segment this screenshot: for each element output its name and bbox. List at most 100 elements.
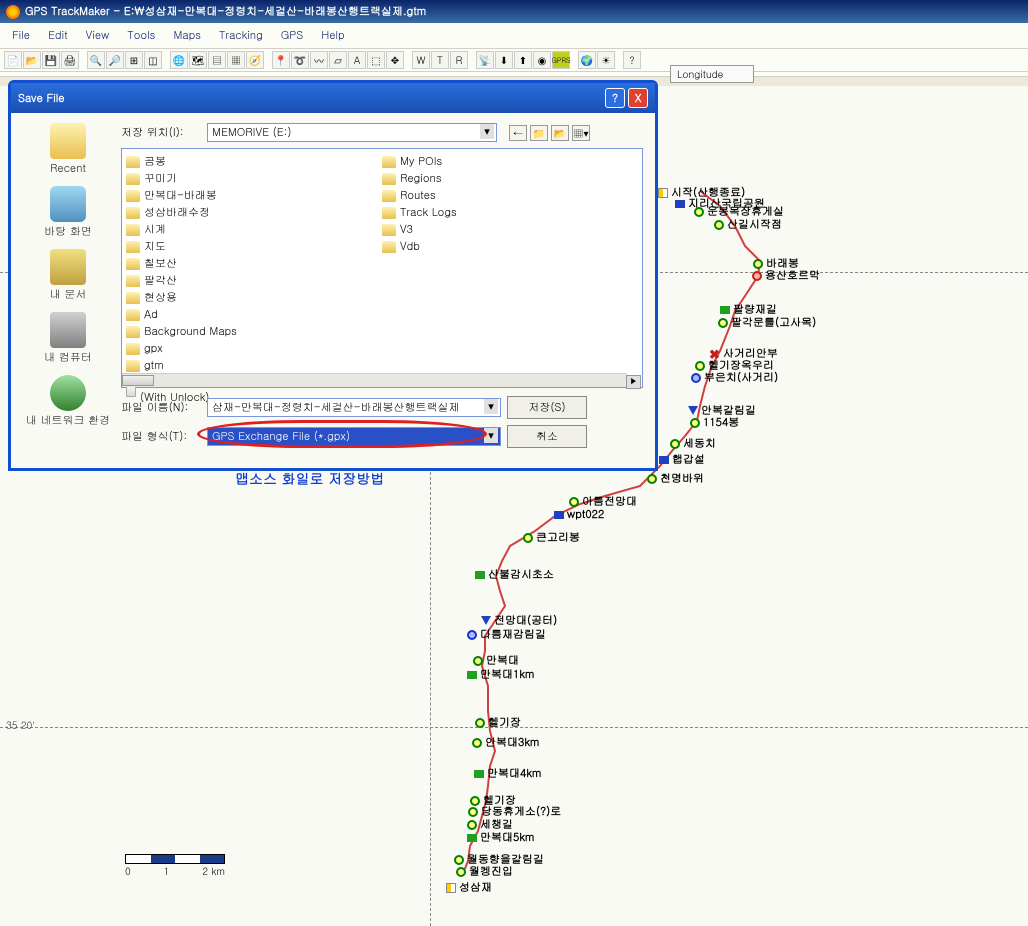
file-item[interactable]: 시계 bbox=[126, 221, 382, 238]
waypoint[interactable]: wpt022 bbox=[554, 507, 604, 522]
new-folder-icon[interactable]: 📂 bbox=[551, 125, 569, 141]
waypoint[interactable]: 성삼재 bbox=[446, 880, 492, 895]
waypoint[interactable]: 햅갑설 bbox=[659, 452, 705, 467]
waypoint[interactable]: 만복대 bbox=[473, 653, 519, 668]
waypoint[interactable]: 천명바위 bbox=[647, 471, 704, 486]
tb-save-icon[interactable]: 💾 bbox=[42, 51, 60, 69]
tb-layers-icon[interactable]: ▤ bbox=[208, 51, 226, 69]
tb-zoomwin-icon[interactable]: ◫ bbox=[144, 51, 162, 69]
file-item[interactable]: 만복대-바래봉 bbox=[126, 187, 382, 204]
waypoint[interactable]: 만복대4km bbox=[474, 766, 541, 781]
file-item[interactable]: Regions bbox=[382, 170, 638, 187]
file-item[interactable]: Ad bbox=[126, 306, 382, 323]
file-listbox[interactable]: 곰봉꾸미기만복대-바래봉성삼바래수정시계지도칠보산팔각산현상용AdBackgro… bbox=[121, 148, 643, 388]
waypoint[interactable]: 산불감시초소 bbox=[475, 567, 554, 582]
waypoint[interactable]: 월켕진입 bbox=[456, 864, 513, 879]
tb-map-icon[interactable]: 🗺 bbox=[189, 51, 207, 69]
menu-tracking[interactable]: Tracking bbox=[211, 26, 271, 45]
waypoint[interactable]: 전망대(공터) bbox=[481, 613, 557, 628]
tb-zoomout-icon[interactable]: 🔎 bbox=[106, 51, 124, 69]
menu-gps[interactable]: GPS bbox=[273, 26, 311, 45]
tb-waypoint-icon[interactable]: 📍 bbox=[272, 51, 290, 69]
filetype-combo[interactable]: GPS Exchange File (*.gpx) bbox=[207, 427, 501, 446]
tb-new-icon[interactable]: 📄 bbox=[4, 51, 22, 69]
tb-move-icon[interactable]: ✥ bbox=[386, 51, 404, 69]
tb-r-icon[interactable]: R bbox=[450, 51, 468, 69]
folder-icon bbox=[126, 173, 140, 185]
file-item[interactable]: My POIs bbox=[382, 153, 638, 170]
tb-sun-icon[interactable]: ☀ bbox=[597, 51, 615, 69]
tb-zoomfit-icon[interactable]: ⊞ bbox=[125, 51, 143, 69]
waypoint[interactable]: 1154봉 bbox=[690, 415, 739, 430]
scrollbar[interactable] bbox=[122, 373, 627, 387]
tb-w-icon[interactable]: W bbox=[412, 51, 430, 69]
places-bar: Recent 바탕 화면 내 문서 내 컴퓨터 내 네트워크 환경 bbox=[23, 123, 113, 454]
file-item[interactable]: V3 bbox=[382, 221, 638, 238]
file-item[interactable]: 꾸미기 bbox=[126, 170, 382, 187]
menu-file[interactable]: File bbox=[4, 26, 38, 45]
file-item[interactable]: Background Maps bbox=[126, 323, 382, 340]
file-item[interactable]: 성삼바래수정 bbox=[126, 204, 382, 221]
waypoint[interactable]: 다름재감림길 bbox=[467, 627, 546, 642]
tb-gprs-icon[interactable]: GPRS bbox=[552, 51, 570, 69]
file-item[interactable]: Vdb bbox=[382, 238, 638, 255]
tb-poly-icon[interactable]: ▱ bbox=[329, 51, 347, 69]
save-location-combo[interactable]: MEMORIVE (E:) bbox=[207, 123, 497, 142]
tb-print-icon[interactable]: 🖨 bbox=[61, 51, 79, 69]
network-icon bbox=[50, 375, 86, 411]
place-recent[interactable]: Recent bbox=[23, 123, 113, 176]
tb-help-icon[interactable]: ? bbox=[623, 51, 641, 69]
menu-tools[interactable]: Tools bbox=[119, 26, 163, 45]
file-item[interactable]: 칠보산 bbox=[126, 255, 382, 272]
file-item[interactable]: gtm bbox=[126, 357, 382, 374]
tb-compass-icon[interactable]: 🧭 bbox=[246, 51, 264, 69]
menu-view[interactable]: View bbox=[78, 26, 118, 45]
file-item[interactable]: 지도 bbox=[126, 238, 382, 255]
file-item[interactable]: 현상용 bbox=[126, 289, 382, 306]
back-icon[interactable]: ← bbox=[509, 125, 527, 141]
place-computer[interactable]: 내 컴퓨터 bbox=[23, 312, 113, 365]
tb-route-icon[interactable]: ➰ bbox=[291, 51, 309, 69]
tb-select-icon[interactable]: ⬚ bbox=[367, 51, 385, 69]
views-icon[interactable]: ▦▾ bbox=[572, 125, 590, 141]
file-item[interactable]: Track Logs bbox=[382, 204, 638, 221]
tb-ge-icon[interactable]: 🌍 bbox=[578, 51, 596, 69]
tb-rt-icon[interactable]: ◉ bbox=[533, 51, 551, 69]
up-folder-icon[interactable]: 📁 bbox=[530, 125, 548, 141]
help-button[interactable]: ? bbox=[605, 88, 625, 108]
waypoint[interactable]: 부은치(사거리) bbox=[691, 370, 778, 385]
place-mydocs[interactable]: 내 문서 bbox=[23, 249, 113, 302]
tb-track-icon[interactable]: 〰 bbox=[310, 51, 328, 69]
tb-upload-icon[interactable]: ⬆ bbox=[514, 51, 532, 69]
tb-t-icon[interactable]: T bbox=[431, 51, 449, 69]
tb-globe-icon[interactable]: 🌐 bbox=[170, 51, 188, 69]
file-item[interactable]: 곰봉 bbox=[126, 153, 382, 170]
menu-maps[interactable]: Maps bbox=[165, 26, 209, 45]
tb-grid-icon[interactable]: ▦ bbox=[227, 51, 245, 69]
waypoint[interactable]: 만복대1km bbox=[467, 667, 534, 682]
waypoint[interactable]: 큰고리봉 bbox=[523, 530, 580, 545]
file-item[interactable]: gpx bbox=[126, 340, 382, 357]
place-desktop[interactable]: 바탕 화면 bbox=[23, 186, 113, 239]
cancel-button[interactable]: 취소 bbox=[507, 425, 587, 448]
waypoint[interactable]: 세동치 bbox=[670, 436, 716, 451]
file-item[interactable]: Routes bbox=[382, 187, 638, 204]
file-item[interactable]: 팔각산 bbox=[126, 272, 382, 289]
close-button[interactable]: X bbox=[628, 88, 648, 108]
tb-text-icon[interactable]: A bbox=[348, 51, 366, 69]
waypoint[interactable]: 산길시작점 bbox=[714, 217, 782, 232]
waypoint[interactable]: 용산호르막 bbox=[752, 268, 820, 283]
tb-gps-icon[interactable]: 📡 bbox=[476, 51, 494, 69]
waypoint[interactable]: 헬기장 bbox=[475, 715, 521, 730]
waypoint-label: 헬기장 bbox=[488, 715, 521, 730]
waypoint[interactable]: 만복대5km bbox=[467, 830, 534, 845]
menu-edit[interactable]: Edit bbox=[40, 26, 76, 45]
tb-download-icon[interactable]: ⬇ bbox=[495, 51, 513, 69]
tb-open-icon[interactable]: 📂 bbox=[23, 51, 41, 69]
waypoint[interactable]: 팔각문틀(고사목) bbox=[718, 315, 816, 330]
waypoint[interactable]: 안복대3km bbox=[472, 735, 539, 750]
menu-help[interactable]: Help bbox=[313, 26, 352, 45]
filename-combo[interactable]: 삼재-만복대-정령치-세걸산-바래봉산행트랙실제 bbox=[207, 398, 501, 417]
place-network[interactable]: 내 네트워크 환경 bbox=[23, 375, 113, 428]
tb-zoomin-icon[interactable]: 🔍 bbox=[87, 51, 105, 69]
